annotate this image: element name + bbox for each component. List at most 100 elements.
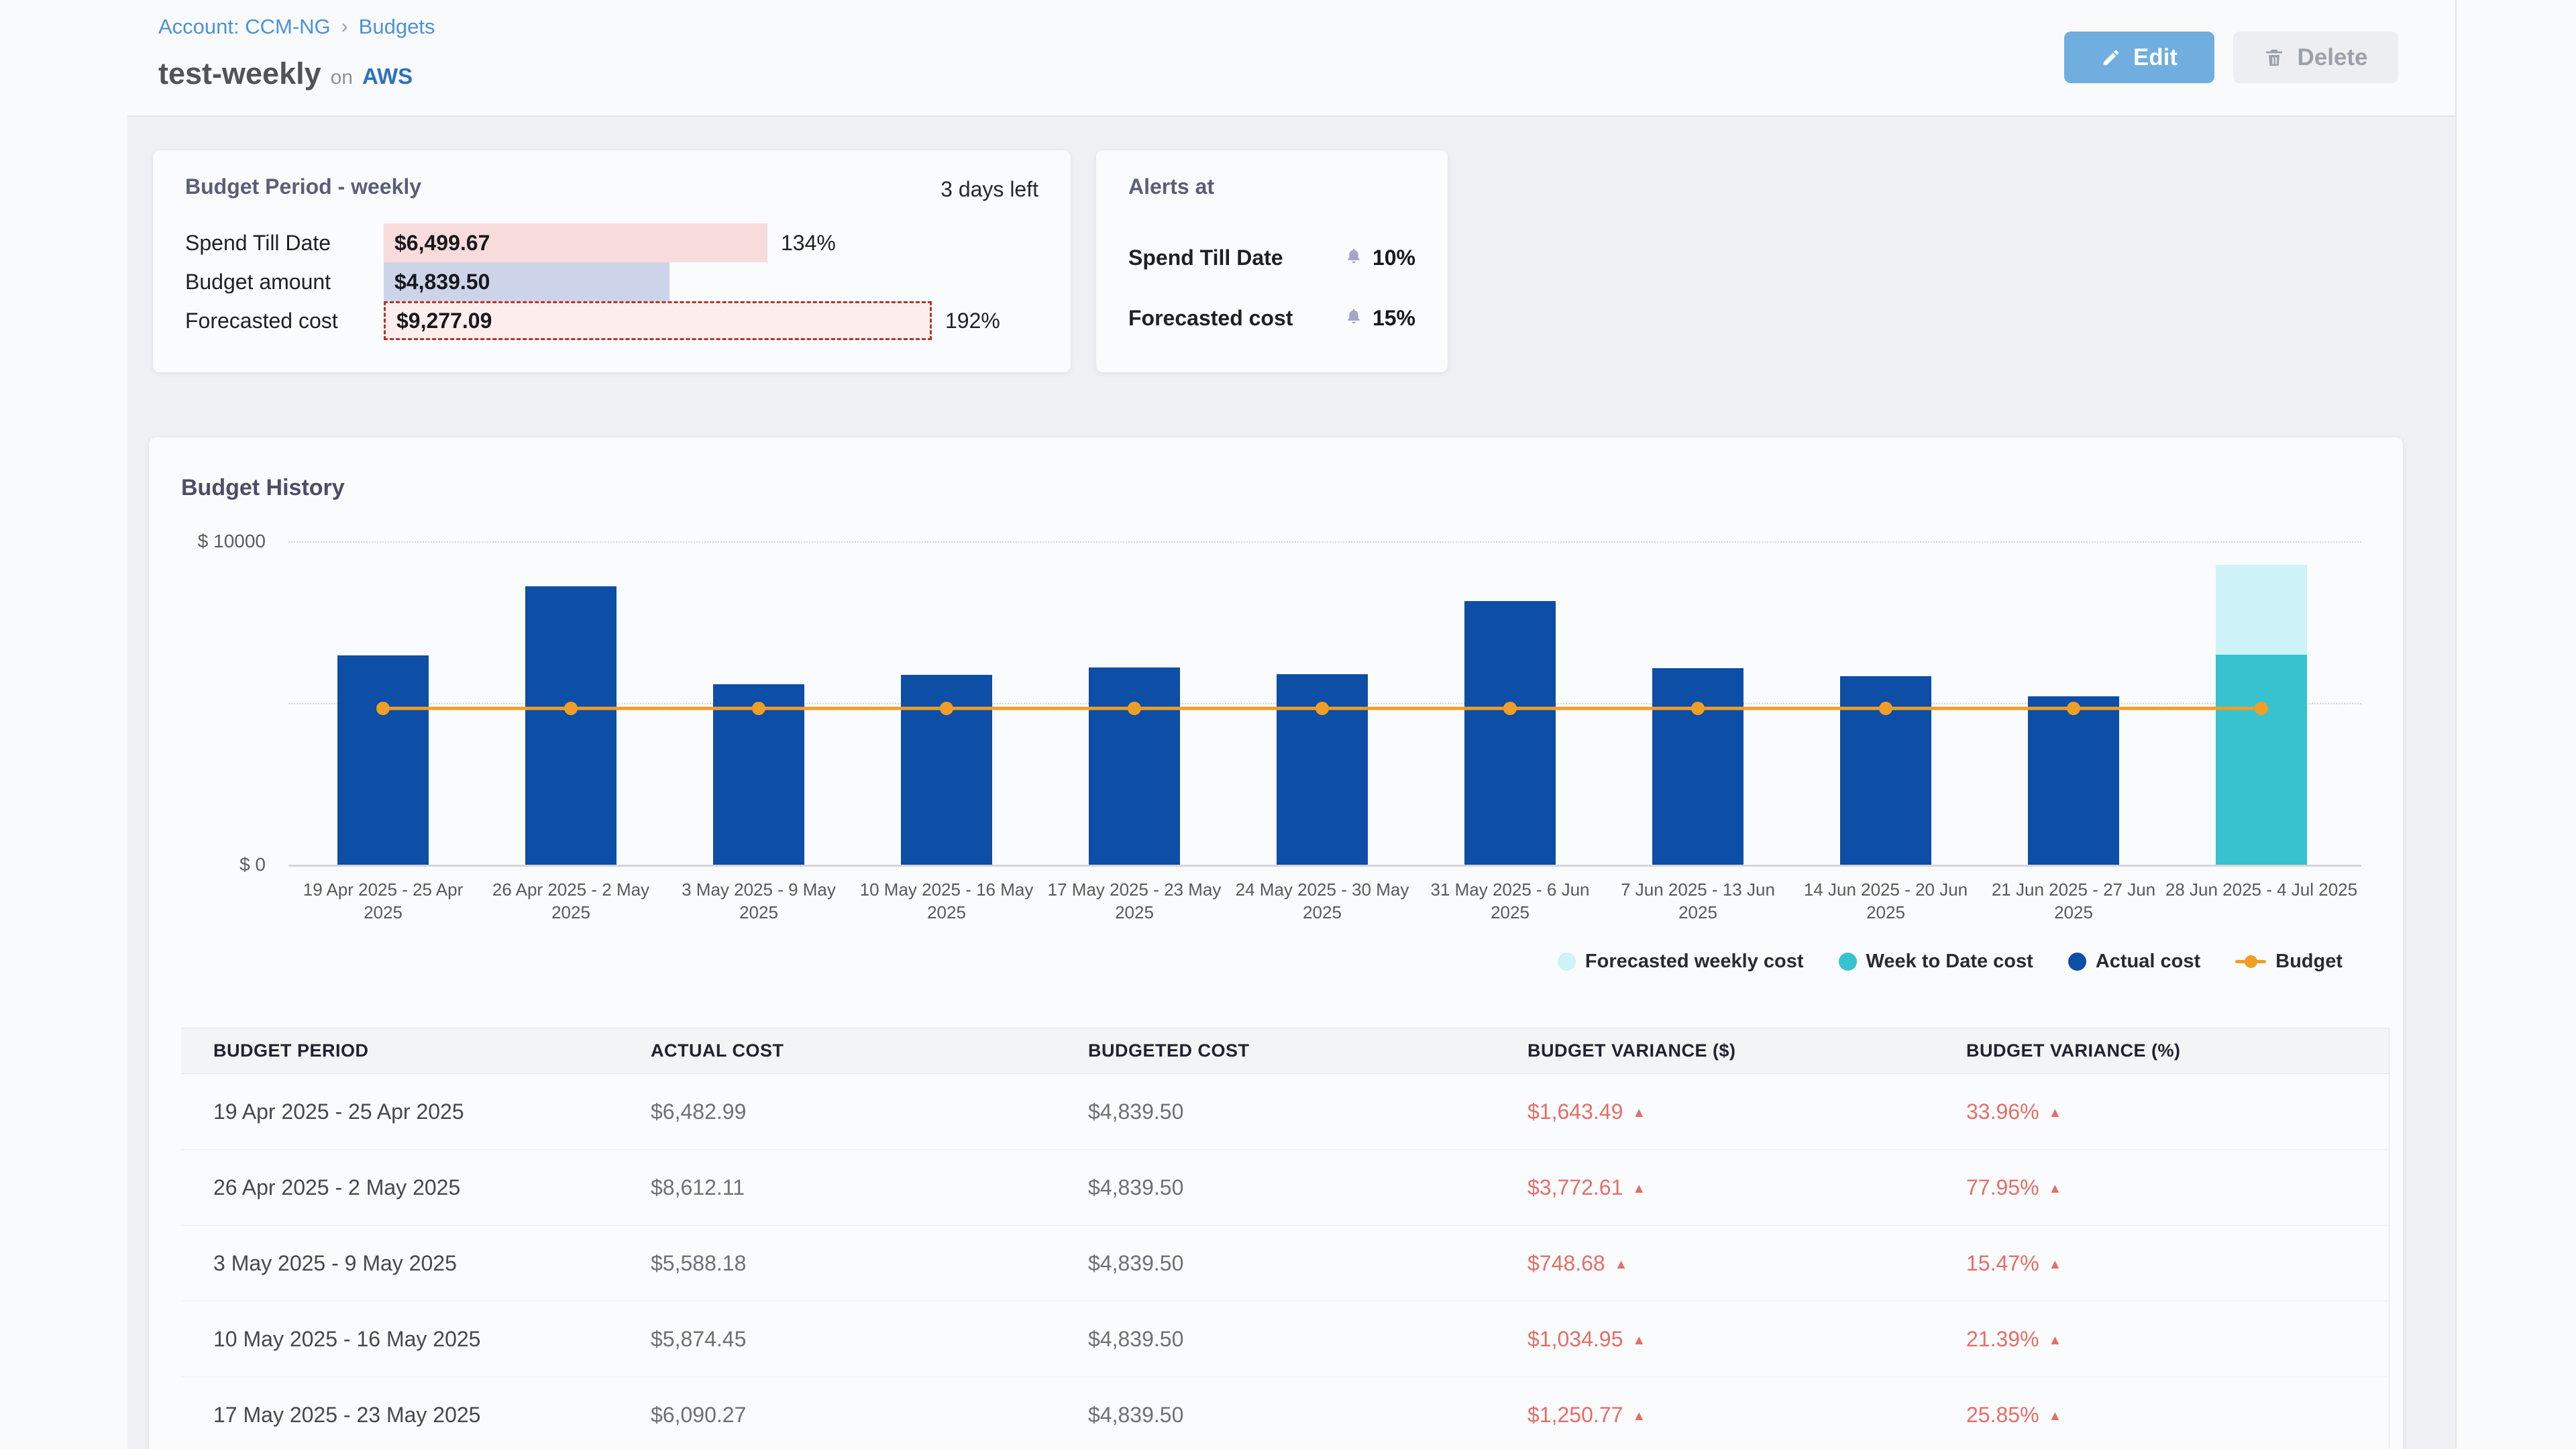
- y-axis-label-max: $ 10000: [121, 531, 266, 552]
- content-right-border: [2455, 0, 2457, 1449]
- budget-variance-usd-cell: $1,643.49▲: [1495, 1074, 1934, 1150]
- budget-variance-usd-cell: $748.68▲: [1495, 1226, 1934, 1301]
- chevron-right-icon: ›: [341, 15, 348, 38]
- budget-detail-page: Account: CCM-NG › Budgets test-weekly on…: [0, 0, 2576, 1449]
- table-column-header: BUDGET PERIOD: [181, 1028, 619, 1074]
- budget-period-rows: Spend Till Date$6,499.67134%Budget amoun…: [185, 223, 1057, 340]
- budget-amount-bar: $4,839.50: [384, 262, 669, 301]
- bell-icon: [1343, 307, 1364, 329]
- table-header-row: BUDGET PERIODACTUAL COSTBUDGETED COSTBUD…: [181, 1028, 2389, 1074]
- table-body: 19 Apr 2025 - 25 Apr 2025$6,482.99$4,839…: [181, 1074, 2389, 1449]
- breadcrumb-budgets-link[interactable]: Budgets: [359, 15, 435, 39]
- table-row[interactable]: 10 May 2025 - 16 May 2025$5,874.45$4,839…: [181, 1301, 2389, 1377]
- variance-up-triangle-icon: ▲: [1632, 1333, 1646, 1348]
- x-axis-tick-label: 19 Apr 2025 - 25 Apr 2025: [286, 878, 480, 924]
- budgeted-cost-cell: $4,839.50: [1056, 1150, 1495, 1226]
- legend-item[interactable]: Forecasted weekly cost: [1558, 951, 1804, 973]
- alert-label: Forecasted cost: [1128, 306, 1293, 331]
- budget-period-card-title: Budget Period - weekly: [185, 174, 421, 199]
- page-title: test-weekly: [158, 56, 321, 91]
- budget-variance-pct-cell: 25.85%▲: [1934, 1377, 2389, 1449]
- actual-cost-cell: $5,588.18: [619, 1226, 1056, 1301]
- variance-up-triangle-icon: ▲: [1632, 1181, 1646, 1196]
- budget-history-chart[interactable]: $ 10000 $ 0 19 Apr 2025 - 25 Apr 202526 …: [288, 541, 2361, 865]
- budget-variance-usd-cell: $1,250.77▲: [1495, 1377, 1934, 1449]
- budget-variance-pct-cell: 77.95%▲: [1934, 1150, 2389, 1226]
- variance-up-triangle-icon: ▲: [1632, 1409, 1646, 1424]
- table-column-header: ACTUAL COST: [619, 1028, 1056, 1074]
- title-connector: on: [331, 66, 353, 89]
- table-column-header: BUDGET VARIANCE (%): [1934, 1028, 2389, 1074]
- actual-cost-cell: $6,090.27: [619, 1377, 1056, 1449]
- budget-history-title: Budget History: [181, 475, 345, 501]
- x-axis-tick-label: 28 Jun 2025 - 4 Jul 2025: [2165, 878, 2358, 901]
- alert-row: Forecasted cost 15%: [1128, 303, 1415, 333]
- alerts-card: Alerts at Spend Till Date10%Forecasted c…: [1096, 150, 1448, 372]
- budget-line-series: [288, 541, 2361, 865]
- content-panel: Budget Period - weekly 3 days left Spend…: [127, 115, 2455, 1449]
- delete-button-label: Delete: [2297, 44, 2367, 71]
- budget-period-row-label: Forecasted cost: [185, 309, 384, 333]
- title-row: test-weekly on AWS: [158, 56, 413, 91]
- forecast-amount-bar: $9,277.09: [384, 301, 932, 340]
- budget-history-table: BUDGET PERIODACTUAL COSTBUDGETED COSTBUD…: [181, 1028, 2390, 1449]
- legend-label: Actual cost: [2096, 951, 2200, 973]
- legend-item[interactable]: Budget: [2235, 951, 2343, 973]
- legend-dot-icon: [2068, 953, 2086, 971]
- alerts-card-title: Alerts at: [1128, 174, 1214, 199]
- budget-period-row-label: Spend Till Date: [185, 231, 384, 256]
- variance-up-triangle-icon: ▲: [1615, 1257, 1628, 1272]
- x-axis-tick-label: 7 Jun 2025 - 13 Jun 2025: [1601, 878, 1794, 924]
- table-column-header: BUDGETED COST: [1056, 1028, 1495, 1074]
- variance-up-triangle-icon: ▲: [2049, 1409, 2062, 1424]
- pencil-icon: [2101, 48, 2121, 68]
- budget-variance-usd-cell: $1,034.95▲: [1495, 1301, 1934, 1377]
- budget-variance-usd-cell: $3,772.61▲: [1495, 1150, 1934, 1226]
- budget-line-legend-icon: [2235, 953, 2266, 971]
- trash-icon: [2263, 47, 2285, 68]
- table-row[interactable]: 26 Apr 2025 - 2 May 2025$8,612.11$4,839.…: [181, 1150, 2389, 1226]
- actual-cost-cell: $8,612.11: [619, 1150, 1056, 1226]
- forecast-percent-label: 192%: [945, 309, 1000, 333]
- budgeted-cost-cell: $4,839.50: [1056, 1074, 1495, 1150]
- spend-amount-bar: $6,499.67: [384, 223, 767, 262]
- table-row[interactable]: 19 Apr 2025 - 25 Apr 2025$6,482.99$4,839…: [181, 1074, 2389, 1150]
- budget-variance-pct-cell: 33.96%▲: [1934, 1074, 2389, 1150]
- header-actions: Edit Delete: [2064, 32, 2398, 83]
- edit-button[interactable]: Edit: [2064, 32, 2214, 83]
- legend-label: Budget: [2275, 951, 2343, 973]
- variance-up-triangle-icon: ▲: [2049, 1181, 2062, 1196]
- alert-threshold-value: 15%: [1373, 306, 1415, 331]
- actual-cost-cell: $5,874.45: [619, 1301, 1056, 1377]
- budget-period-cell: 17 May 2025 - 23 May 2025: [181, 1377, 619, 1449]
- y-axis-label-zero: $ 0: [121, 854, 266, 875]
- variance-up-triangle-icon: ▲: [2049, 1257, 2062, 1272]
- budgeted-cost-cell: $4,839.50: [1056, 1377, 1495, 1449]
- table-column-header: BUDGET VARIANCE ($): [1495, 1028, 1934, 1074]
- breadcrumb-account-link[interactable]: Account: CCM-NG: [158, 15, 331, 39]
- days-left-label: 3 days left: [941, 177, 1038, 202]
- budget-period-row-label: Budget amount: [185, 270, 384, 294]
- legend-label: Forecasted weekly cost: [1585, 951, 1804, 973]
- budget-period-row: Forecasted cost$9,277.09 192%: [185, 301, 1057, 340]
- x-axis-tick-label: 24 May 2025 - 30 May 2025: [1226, 878, 1419, 924]
- x-axis-tick-label: 10 May 2025 - 16 May 2025: [850, 878, 1043, 924]
- delete-button[interactable]: Delete: [2233, 32, 2398, 83]
- alert-label: Spend Till Date: [1128, 246, 1283, 270]
- budget-period-cell: 26 Apr 2025 - 2 May 2025: [181, 1150, 619, 1226]
- legend-item[interactable]: Actual cost: [2068, 951, 2200, 973]
- table-row[interactable]: 3 May 2025 - 9 May 2025$5,588.18$4,839.5…: [181, 1226, 2389, 1301]
- budget-period-row: Spend Till Date$6,499.67134%: [185, 223, 1057, 262]
- x-axis-tick-label: 14 Jun 2025 - 20 Jun 2025: [1789, 878, 1982, 924]
- x-axis-tick-label: 26 Apr 2025 - 2 May 2025: [474, 878, 667, 924]
- actual-cost-cell: $6,482.99: [619, 1074, 1056, 1150]
- budget-history-card: Budget History $ 10000 $ 0 19 Apr 2025 -…: [149, 437, 2403, 1449]
- budget-period-row: Budget amount$4,839.50: [185, 262, 1057, 301]
- edit-button-label: Edit: [2133, 44, 2178, 71]
- budgeted-cost-cell: $4,839.50: [1056, 1301, 1495, 1377]
- table-row[interactable]: 17 May 2025 - 23 May 2025$6,090.27$4,839…: [181, 1377, 2389, 1449]
- legend-dot-icon: [1839, 953, 1857, 971]
- breadcrumb: Account: CCM-NG › Budgets: [158, 15, 435, 39]
- legend-item[interactable]: Week to Date cost: [1839, 951, 2033, 973]
- budget-variance-pct-cell: 15.47%▲: [1934, 1226, 2389, 1301]
